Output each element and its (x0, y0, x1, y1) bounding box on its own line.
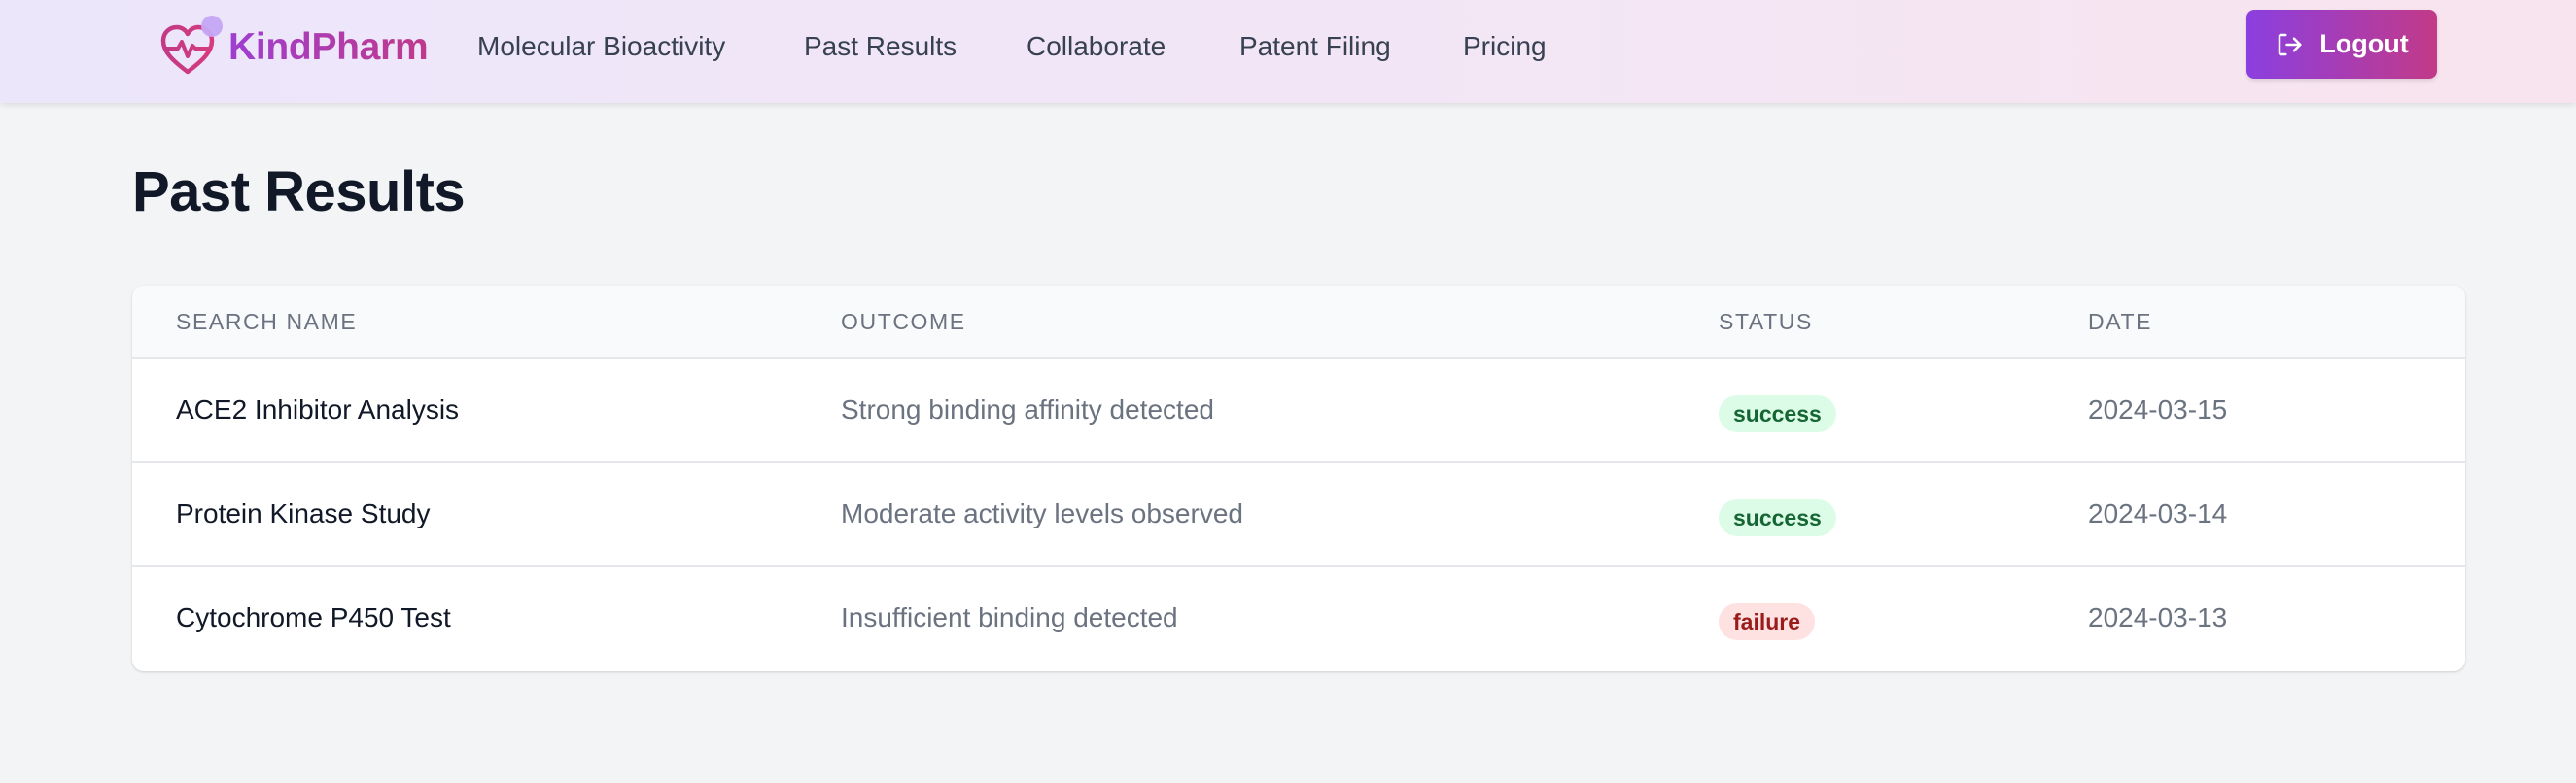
table-header: SEARCH NAME OUTCOME STATUS DATE (132, 286, 2465, 359)
logout-icon (2275, 30, 2304, 59)
date-cell: 2024-03-15 (2088, 394, 2228, 425)
nav-item-pricing[interactable]: Pricing (1463, 31, 1547, 62)
brand-name: KindPharm (228, 26, 429, 68)
status-badge: success (1719, 499, 1836, 536)
outcome-cell: Insufficient binding detected (841, 602, 1178, 632)
logout-label: Logout (2319, 29, 2409, 58)
status-badge: success (1719, 395, 1836, 432)
column-header-search-name: SEARCH NAME (176, 309, 358, 334)
column-header-date: DATE (2088, 309, 2153, 334)
table-row: ACE2 Inhibitor Analysis Strong binding a… (132, 359, 2465, 463)
heart-pulse-icon (160, 16, 223, 77)
date-cell: 2024-03-14 (2088, 498, 2228, 528)
search-name-cell: Cytochrome P450 Test (176, 602, 451, 632)
column-header-status: STATUS (1719, 309, 1813, 334)
outcome-cell: Moderate activity levels observed (841, 498, 1243, 528)
nav-item-past-results[interactable]: Past Results (804, 31, 957, 62)
nav-item-molecular-bioactivity[interactable]: Molecular Bioactivity (477, 31, 725, 62)
column-header-outcome: OUTCOME (841, 309, 966, 334)
nav-item-collaborate[interactable]: Collaborate (1027, 31, 1166, 62)
nav-item-patent-filing[interactable]: Patent Filing (1239, 31, 1391, 62)
table-row: Protein Kinase Study Moderate activity l… (132, 463, 2465, 567)
results-table: SEARCH NAME OUTCOME STATUS DATE ACE2 Inh… (132, 286, 2465, 671)
outcome-cell: Strong binding affinity detected (841, 394, 1214, 425)
status-badge: failure (1719, 603, 1816, 640)
brand-logo-link[interactable]: KindPharm (160, 14, 429, 82)
top-navbar: KindPharm Molecular Bioactivity Past Res… (0, 0, 2576, 103)
table-row: Cytochrome P450 Test Insufficient bindin… (132, 567, 2465, 671)
date-cell: 2024-03-13 (2088, 602, 2228, 632)
search-name-cell: Protein Kinase Study (176, 498, 431, 528)
logo-accent-dot (201, 16, 223, 37)
logout-button[interactable]: Logout (2246, 10, 2437, 79)
page-title: Past Results (132, 160, 466, 223)
search-name-cell: ACE2 Inhibitor Analysis (176, 394, 460, 425)
